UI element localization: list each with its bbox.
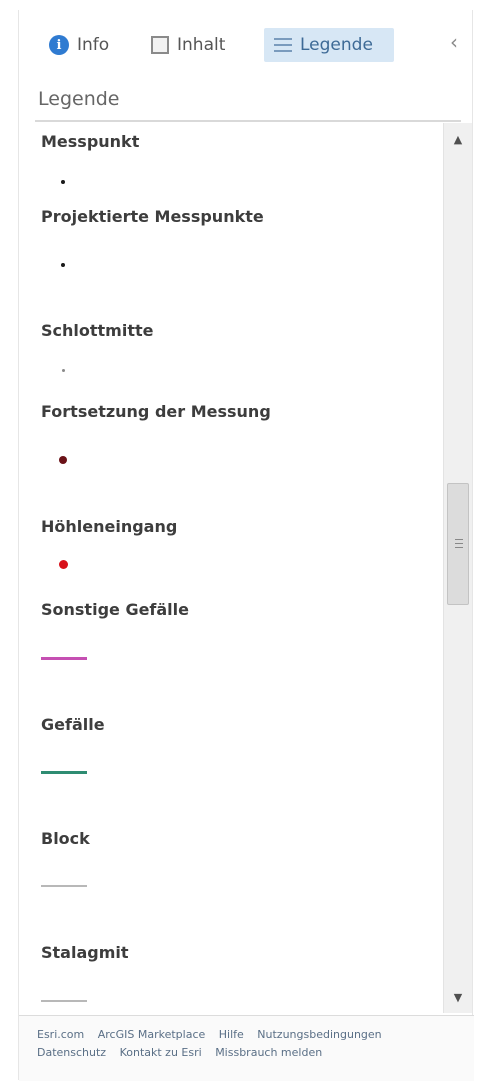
legend-scrollbar[interactable]: ▲ ▼ — [443, 123, 472, 1013]
footer: Esri.com ArcGIS Marketplace Hilfe Nutzun… — [19, 1015, 474, 1081]
legend-item-label: Fortsetzung der Messung — [41, 402, 271, 421]
tab-inhalt[interactable]: Inhalt — [151, 28, 255, 62]
legend-item: Gefälle — [41, 715, 105, 774]
legend-item: Höhleneingang — [41, 517, 178, 569]
info-circle-icon: i — [49, 35, 69, 55]
legend-item-label: Projektierte Messpunkte — [41, 207, 264, 226]
legend-item-label: Messpunkt — [41, 132, 140, 151]
legend-item-label: Gefälle — [41, 715, 105, 734]
legend-item: Schlottmitte — [41, 321, 154, 372]
footer-links: Esri.com ArcGIS Marketplace Hilfe Nutzun… — [37, 1026, 457, 1062]
table-of-contents-icon — [151, 36, 169, 54]
tab-inhalt-label: Inhalt — [177, 35, 226, 55]
legend-list-icon — [274, 36, 292, 54]
legend-symbol-dot — [59, 560, 68, 569]
tab-legende-label: Legende — [300, 35, 373, 55]
legend-symbol-dot — [61, 263, 65, 267]
footer-link-arcgis-marketplace[interactable]: ArcGIS Marketplace — [98, 1028, 206, 1041]
tab-info[interactable]: i Info — [49, 28, 143, 62]
footer-link-missbrauch-melden[interactable]: Missbrauch melden — [215, 1046, 322, 1059]
footer-link-hilfe[interactable]: Hilfe — [219, 1028, 244, 1041]
tab-info-label: Info — [77, 35, 110, 55]
legend-item-label: Stalagmit — [41, 943, 129, 962]
chevron-left-icon[interactable]: ‹ — [444, 30, 464, 56]
legend-item: Projektierte Messpunkte — [41, 207, 264, 267]
footer-link-kontakt[interactable]: Kontakt zu Esri — [120, 1046, 202, 1059]
legend-item-label: Block — [41, 829, 90, 848]
panel-title: Legende — [38, 88, 120, 110]
legend-symbol-dot — [61, 180, 65, 184]
legend-item-label: Schlottmitte — [41, 321, 154, 340]
tab-legende[interactable]: Legende — [264, 28, 394, 62]
legend-symbol-line — [41, 1000, 87, 1002]
legend-item: Block — [41, 829, 90, 887]
legend-symbol-line — [41, 885, 87, 887]
legend-item-label: Höhleneingang — [41, 517, 178, 536]
legend-item: Sonstige Gefälle — [41, 600, 189, 660]
legend-list: Messpunkt Projektierte Messpunkte Schlot… — [19, 122, 441, 1015]
legend-panel: i Info Inhalt Legende ‹ Legende Messpunk… — [18, 10, 474, 1081]
legend-item-label: Sonstige Gefälle — [41, 600, 189, 619]
legend-symbol-dot — [62, 369, 65, 372]
scrollbar-thumb[interactable] — [447, 483, 469, 605]
legend-item: Fortsetzung der Messung — [41, 402, 271, 464]
tab-bar: i Info Inhalt Legende ‹ — [19, 10, 474, 76]
footer-link-datenschutz[interactable]: Datenschutz — [37, 1046, 106, 1059]
legend-symbol-dot — [59, 456, 67, 464]
footer-link-nutzungsbedingungen[interactable]: Nutzungsbedingungen — [257, 1028, 381, 1041]
legend-symbol-line — [41, 657, 87, 660]
arrow-up-icon[interactable]: ▲ — [444, 127, 472, 153]
footer-link-esri-com[interactable]: Esri.com — [37, 1028, 84, 1041]
legend-item: Messpunkt — [41, 132, 140, 184]
legend-item: Stalagmit — [41, 943, 129, 1002]
legend-symbol-line — [41, 771, 87, 774]
arrow-down-icon[interactable]: ▼ — [444, 985, 472, 1011]
